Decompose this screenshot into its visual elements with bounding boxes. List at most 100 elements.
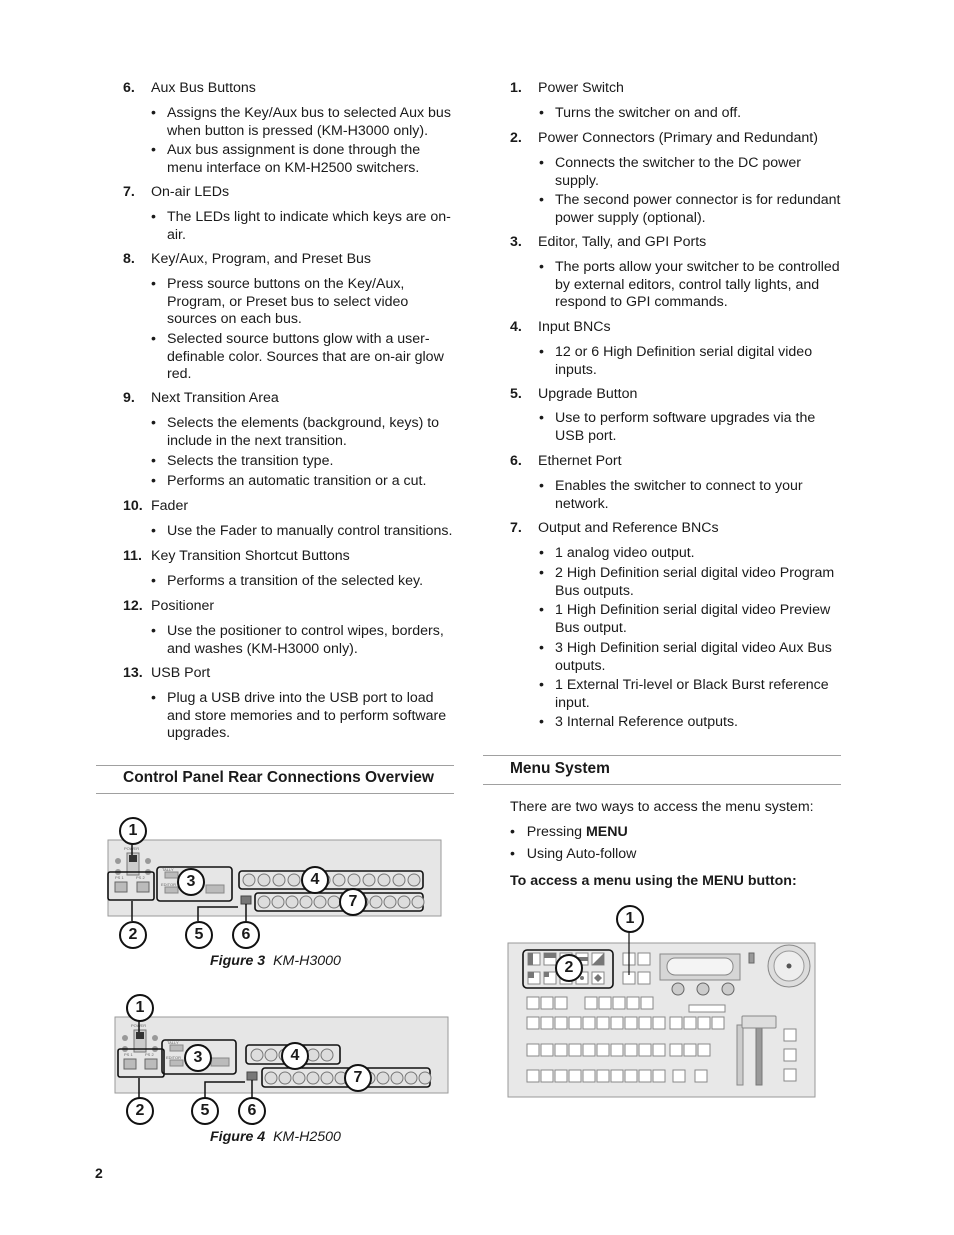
item-number: 9. <box>123 390 135 406</box>
panel-button <box>624 1043 638 1057</box>
panel-button <box>683 1016 697 1030</box>
svg-text:PS 1: PS 1 <box>124 1052 133 1057</box>
item-title: Positioner <box>151 598 215 614</box>
item-number: 7. <box>123 184 135 200</box>
figure-caption: Figure 3 KM-H3000 <box>210 953 341 969</box>
procedure-heading: To access a menu using the MENU button: <box>510 873 797 889</box>
panel-button <box>568 1043 582 1057</box>
item-title: Input BNCs <box>538 319 611 335</box>
figure-km-h3000: POWER PS 1 PS 2 TALLY EDITOR <box>106 815 446 950</box>
section-rule-top <box>96 765 454 766</box>
callout-5: 5 <box>185 921 213 949</box>
panel-button <box>540 996 554 1010</box>
item-title: Editor, Tally, and GPI Ports <box>538 234 707 250</box>
panel-button <box>624 1016 638 1030</box>
callout-1: 1 <box>126 994 154 1022</box>
access-option: • Pressing MENU <box>510 824 628 840</box>
item-number: 5. <box>510 386 522 402</box>
item-title: Next Transition Area <box>151 390 279 406</box>
section-rule-top <box>483 755 841 756</box>
figure-km-h2500: POWER PS 1 PS 2 TALLY EDITOR <box>113 992 453 1127</box>
panel-button <box>669 1016 683 1030</box>
callout-7: 7 <box>339 888 367 916</box>
item-number: 11. <box>123 548 142 564</box>
panel-button <box>669 1043 683 1057</box>
item-title: On-air LEDs <box>151 184 230 200</box>
panel-button <box>610 1016 624 1030</box>
item-title: USB Port <box>151 665 211 681</box>
item-title: Aux Bus Buttons <box>151 80 256 96</box>
panel-button <box>612 996 626 1010</box>
panel-button <box>652 1043 666 1057</box>
rear-panel-diagram: POWER PS 1 PS 2 TALLY EDITOR <box>107 839 442 921</box>
figure-title: KM-H2500 <box>273 1129 341 1145</box>
intro-text: There are two ways to access the menu sy… <box>510 799 814 815</box>
svg-text:EDITOR: EDITOR <box>166 1055 181 1060</box>
callout-6: 6 <box>238 1097 266 1125</box>
panel-button <box>652 1016 666 1030</box>
panel-button <box>697 1016 711 1030</box>
panel-button <box>540 1069 554 1083</box>
section-heading: Menu System <box>510 760 610 777</box>
page-number: 2 <box>95 1165 103 1181</box>
svg-text:PS 2: PS 2 <box>145 1052 154 1057</box>
panel-button <box>526 1069 540 1083</box>
svg-text:PS 2: PS 2 <box>136 875 145 880</box>
section-heading: Control Panel Rear Connections Overview <box>123 769 434 786</box>
item-number: 2. <box>510 130 522 146</box>
panel-button <box>568 1016 582 1030</box>
item-number: 4. <box>510 319 522 335</box>
callout-3: 3 <box>184 1044 212 1072</box>
panel-button <box>638 1043 652 1057</box>
panel-button <box>697 1043 711 1057</box>
panel-button <box>582 1069 596 1083</box>
panel-button <box>526 1043 540 1057</box>
callout-5: 5 <box>191 1097 219 1125</box>
callout-2: 2 <box>126 1097 154 1125</box>
figure-title: KM-H3000 <box>273 953 341 969</box>
item-title: Upgrade Button <box>538 386 638 402</box>
item-number: 13. <box>123 665 143 681</box>
panel-button <box>582 1043 596 1057</box>
panel-button <box>683 1043 697 1057</box>
item-number: 10. <box>123 498 143 514</box>
panel-button <box>540 1016 554 1030</box>
panel-button <box>554 1069 568 1083</box>
item-number: 1. <box>510 80 522 96</box>
panel-button <box>568 1069 582 1083</box>
panel-button <box>596 1069 610 1083</box>
panel-button <box>582 1016 596 1030</box>
item-number: 8. <box>123 251 135 267</box>
panel-button <box>554 1016 568 1030</box>
callout-4: 4 <box>281 1042 309 1070</box>
panel-button <box>638 1069 652 1083</box>
access-option: • Using Auto-follow <box>510 846 637 862</box>
item-number: 7. <box>510 520 522 536</box>
item-title: Key/Aux, Program, and Preset Bus <box>151 251 372 267</box>
figure-caption: Figure 4 KM-H2500 <box>210 1129 341 1145</box>
panel-button <box>526 1016 540 1030</box>
item-number: 12. <box>123 598 143 614</box>
panel-button <box>672 1069 686 1083</box>
callout-1: 1 <box>119 817 147 845</box>
svg-text:TALLY: TALLY <box>162 867 174 872</box>
panel-button <box>526 996 540 1010</box>
item-title: Power Connectors (Primary and Redundant) <box>538 130 818 146</box>
panel-button <box>711 1016 725 1030</box>
panel-button <box>598 996 612 1010</box>
svg-text:TALLY: TALLY <box>167 1040 179 1045</box>
panel-button <box>596 1043 610 1057</box>
item-number: 6. <box>123 80 135 96</box>
control-panel-figure: 1 2 <box>507 903 817 1099</box>
item-title: Ethernet Port <box>538 453 622 469</box>
callout-7: 7 <box>344 1064 372 1092</box>
panel-button <box>596 1016 610 1030</box>
figure-label: Figure 3 <box>210 953 266 969</box>
panel-button <box>626 996 640 1010</box>
item-title: Power Switch <box>538 80 624 96</box>
panel-button <box>694 1069 708 1083</box>
callout-2: 2 <box>119 921 147 949</box>
svg-text:EDITOR: EDITOR <box>161 882 176 887</box>
callout-4: 4 <box>301 866 329 894</box>
panel-button <box>584 996 598 1010</box>
